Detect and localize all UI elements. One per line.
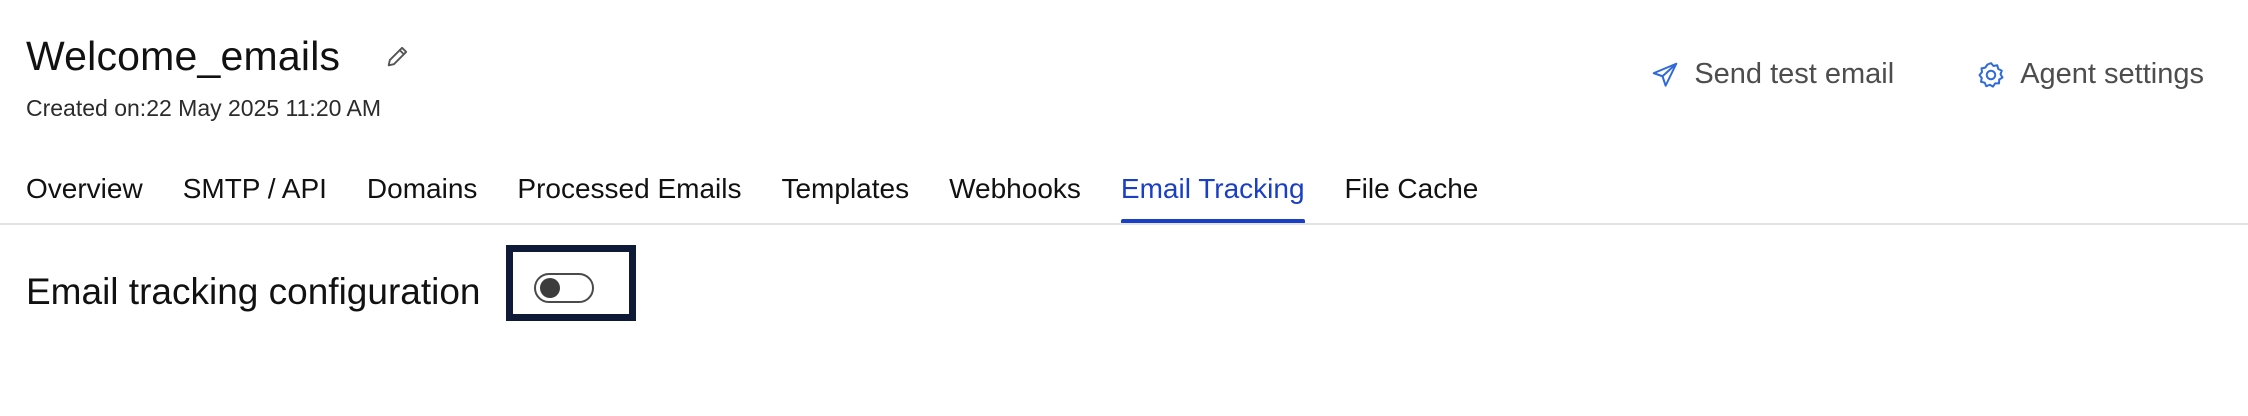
toggle-highlight-frame — [506, 245, 636, 321]
toggle-knob — [540, 278, 560, 298]
title-row: Welcome_emails — [26, 30, 412, 82]
tab-file-cache[interactable]: File Cache — [1345, 168, 1479, 224]
page-title: Welcome_emails — [26, 33, 341, 79]
tab-bar: Overview SMTP / API Domains Processed Em… — [26, 168, 1478, 224]
tab-smtp-api[interactable]: SMTP / API — [183, 168, 327, 224]
paper-plane-icon — [1650, 60, 1680, 90]
email-tracking-toggle[interactable] — [534, 273, 594, 303]
send-test-email-label: Send test email — [1694, 58, 1895, 90]
pencil-icon[interactable] — [384, 42, 412, 70]
tab-email-tracking[interactable]: Email Tracking — [1120, 168, 1305, 224]
tab-processed-emails[interactable]: Processed Emails — [517, 168, 741, 224]
tab-divider — [0, 223, 2248, 225]
tab-templates[interactable]: Templates — [781, 168, 909, 224]
email-tracking-section-title: Email tracking configuration — [26, 271, 481, 312]
tab-webhooks[interactable]: Webhooks — [949, 168, 1081, 224]
send-test-email-button[interactable]: Send test email — [1650, 58, 1894, 91]
agent-settings-label: Agent settings — [2020, 58, 2204, 90]
gear-icon — [1976, 60, 2006, 90]
header-actions: Send test email Agent settings — [1650, 58, 2204, 91]
tab-overview[interactable]: Overview — [26, 168, 143, 224]
tab-domains[interactable]: Domains — [367, 168, 477, 224]
created-on-text: Created on:22 May 2025 11:20 AM — [26, 95, 382, 121]
agent-settings-button[interactable]: Agent settings — [1976, 58, 2204, 91]
